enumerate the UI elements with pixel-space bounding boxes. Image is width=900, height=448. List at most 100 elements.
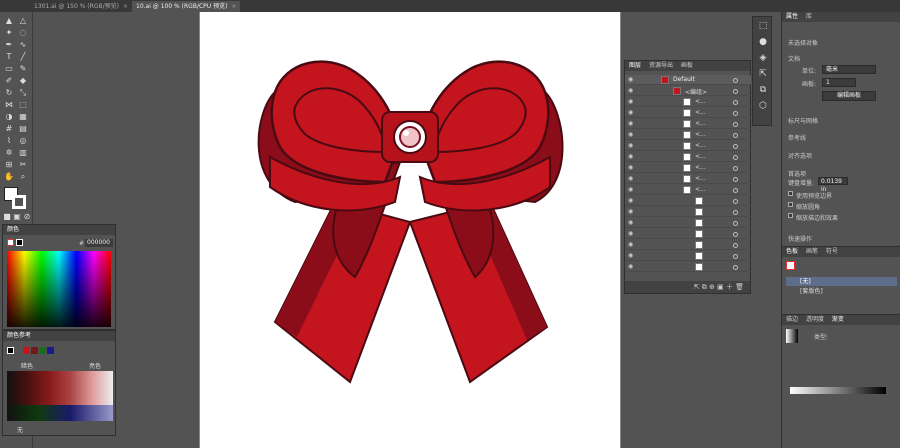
eye-icon[interactable]: ◉	[628, 209, 634, 215]
keyboard-inc-field[interactable]: 0.0139 in	[818, 177, 848, 193]
none-mode-icon[interactable]: ⊘	[22, 212, 32, 222]
eyedropper-icon[interactable]: ⌇	[4, 136, 14, 146]
eye-icon[interactable]: ◉	[628, 231, 634, 237]
pen-tool-icon[interactable]: ✒	[4, 40, 14, 50]
mesh-tool-icon[interactable]: #	[4, 124, 14, 134]
shape-builder-icon[interactable]: ◑	[4, 112, 14, 122]
layer-name[interactable]: Default	[673, 76, 695, 83]
color-spectrum[interactable]	[7, 251, 111, 327]
layer-name[interactable]: <...	[695, 175, 706, 182]
perspective-grid-icon[interactable]: ▦	[18, 112, 28, 122]
layer-row[interactable]: ◉	[625, 218, 751, 228]
harmony-swatch[interactable]	[47, 347, 54, 354]
eye-icon[interactable]: ◉	[628, 99, 634, 105]
layer-row[interactable]: ◉	[625, 196, 751, 206]
free-transform-icon[interactable]: ⬚	[18, 100, 28, 110]
layers-icon[interactable]: ◈	[756, 51, 770, 65]
color-icon[interactable]: ●	[756, 35, 770, 49]
layer-name[interactable]: <...	[695, 109, 706, 116]
stroke-indicator[interactable]	[16, 239, 23, 246]
rectangle-tool-icon[interactable]: ▭	[4, 64, 14, 74]
eye-icon[interactable]: ◉	[628, 264, 634, 270]
layer-name[interactable]: <...	[695, 142, 706, 149]
color-guide-grid-2[interactable]	[7, 405, 113, 421]
export-icon[interactable]: ⇱	[756, 67, 770, 81]
target-icon[interactable]	[733, 232, 738, 237]
target-icon[interactable]	[733, 133, 738, 138]
graph-tool-icon[interactable]: ▥	[18, 148, 28, 158]
layer-row[interactable]: ◉	[625, 229, 751, 239]
base-color-swatch[interactable]	[7, 347, 14, 354]
eye-icon[interactable]: ◉	[628, 253, 634, 259]
tab-gradient[interactable]: 渐变	[832, 315, 844, 325]
tab-stroke[interactable]: 描边	[786, 315, 798, 325]
layer-row[interactable]: ◉ <...	[625, 152, 751, 162]
artboards-icon[interactable]: ⧉	[756, 83, 770, 97]
target-icon[interactable]	[733, 100, 738, 105]
tab-layers[interactable]: 图层	[629, 61, 641, 71]
gradient-preview[interactable]	[786, 329, 798, 343]
stroke-swatch[interactable]	[12, 195, 26, 209]
target-icon[interactable]	[733, 265, 738, 270]
bow-artwork[interactable]	[235, 52, 565, 392]
layer-row[interactable]: ◉	[625, 251, 751, 261]
target-icon[interactable]	[733, 243, 738, 248]
slice-tool-icon[interactable]: ✂	[18, 160, 28, 170]
lasso-icon[interactable]: ◌	[18, 28, 28, 38]
curvature-tool-icon[interactable]: ∿	[18, 40, 28, 50]
tab-color[interactable]: 颜色	[7, 225, 19, 235]
edit-artboard-button[interactable]: 编辑画板	[822, 91, 876, 101]
target-icon[interactable]	[733, 210, 738, 215]
target-icon[interactable]	[733, 78, 738, 83]
layer-row[interactable]: ◉ <...	[625, 163, 751, 173]
width-tool-icon[interactable]: ⋈	[4, 100, 14, 110]
fill-indicator-icon[interactable]	[7, 239, 14, 246]
magic-wand-icon[interactable]: ✦	[4, 28, 14, 38]
preview-bounds-checkbox[interactable]	[788, 191, 793, 196]
eye-icon[interactable]: ◉	[628, 121, 634, 127]
tab-transparency[interactable]: 透明度	[806, 315, 824, 325]
unit-dropdown[interactable]: 毫米	[822, 65, 876, 74]
target-icon[interactable]	[733, 111, 738, 116]
layer-row[interactable]: ◉ <...	[625, 97, 751, 107]
layer-name[interactable]: <...	[695, 164, 706, 171]
tab-10[interactable]: 10.ai @ 100 % (RGB/CPU 预览) ×	[132, 1, 241, 12]
target-icon[interactable]	[733, 177, 738, 182]
target-icon[interactable]	[733, 89, 738, 94]
eye-icon[interactable]: ◉	[628, 176, 634, 182]
selection-tool-icon[interactable]: ▲	[4, 16, 14, 26]
close-icon[interactable]: ×	[123, 3, 128, 10]
line-tool-icon[interactable]: ╱	[18, 52, 28, 62]
scale-strokes-checkbox[interactable]	[788, 213, 793, 218]
layer-name[interactable]: <...	[695, 98, 706, 105]
layer-row[interactable]: ◉ <...	[625, 130, 751, 140]
swatch-row-registration[interactable]: [套版色]	[786, 287, 897, 296]
layer-row[interactable]: ◉ <...	[625, 174, 751, 184]
libraries-icon[interactable]: ⬡	[756, 99, 770, 113]
layer-row[interactable]: ◉ <...	[625, 119, 751, 129]
gradient-tool-icon[interactable]: ▤	[18, 124, 28, 134]
tab-symbols[interactable]: 符号	[826, 247, 838, 257]
hand-tool-icon[interactable]: ✋	[4, 172, 14, 182]
eye-icon[interactable]: ◉	[628, 220, 634, 226]
tab-libraries[interactable]: 库	[806, 12, 812, 22]
tab-brushes[interactable]: 画笔	[806, 247, 818, 257]
eye-icon[interactable]: ◉	[628, 154, 634, 160]
eye-icon[interactable]: ◉	[628, 143, 634, 149]
layer-name[interactable]: <...	[695, 186, 706, 193]
direct-selection-tool-icon[interactable]: △	[18, 16, 28, 26]
properties-icon[interactable]: ⬚	[756, 19, 770, 33]
scale-tool-icon[interactable]: ⤡	[18, 88, 28, 98]
fill-mode-icon[interactable]: ■	[2, 212, 12, 222]
swatch-fill-indicator[interactable]	[786, 261, 795, 270]
paintbrush-icon[interactable]: ✎	[18, 64, 28, 74]
gradient-slider[interactable]	[790, 387, 886, 394]
color-guide-grid[interactable]	[7, 371, 113, 405]
harmony-swatch[interactable]	[23, 347, 30, 354]
eye-icon[interactable]: ◉	[628, 77, 634, 83]
target-icon[interactable]	[733, 199, 738, 204]
rotate-tool-icon[interactable]: ↻	[4, 88, 14, 98]
eye-icon[interactable]: ◉	[628, 132, 634, 138]
tab-color-guide[interactable]: 颜色参考	[7, 331, 31, 341]
harmony-swatch[interactable]	[31, 347, 38, 354]
